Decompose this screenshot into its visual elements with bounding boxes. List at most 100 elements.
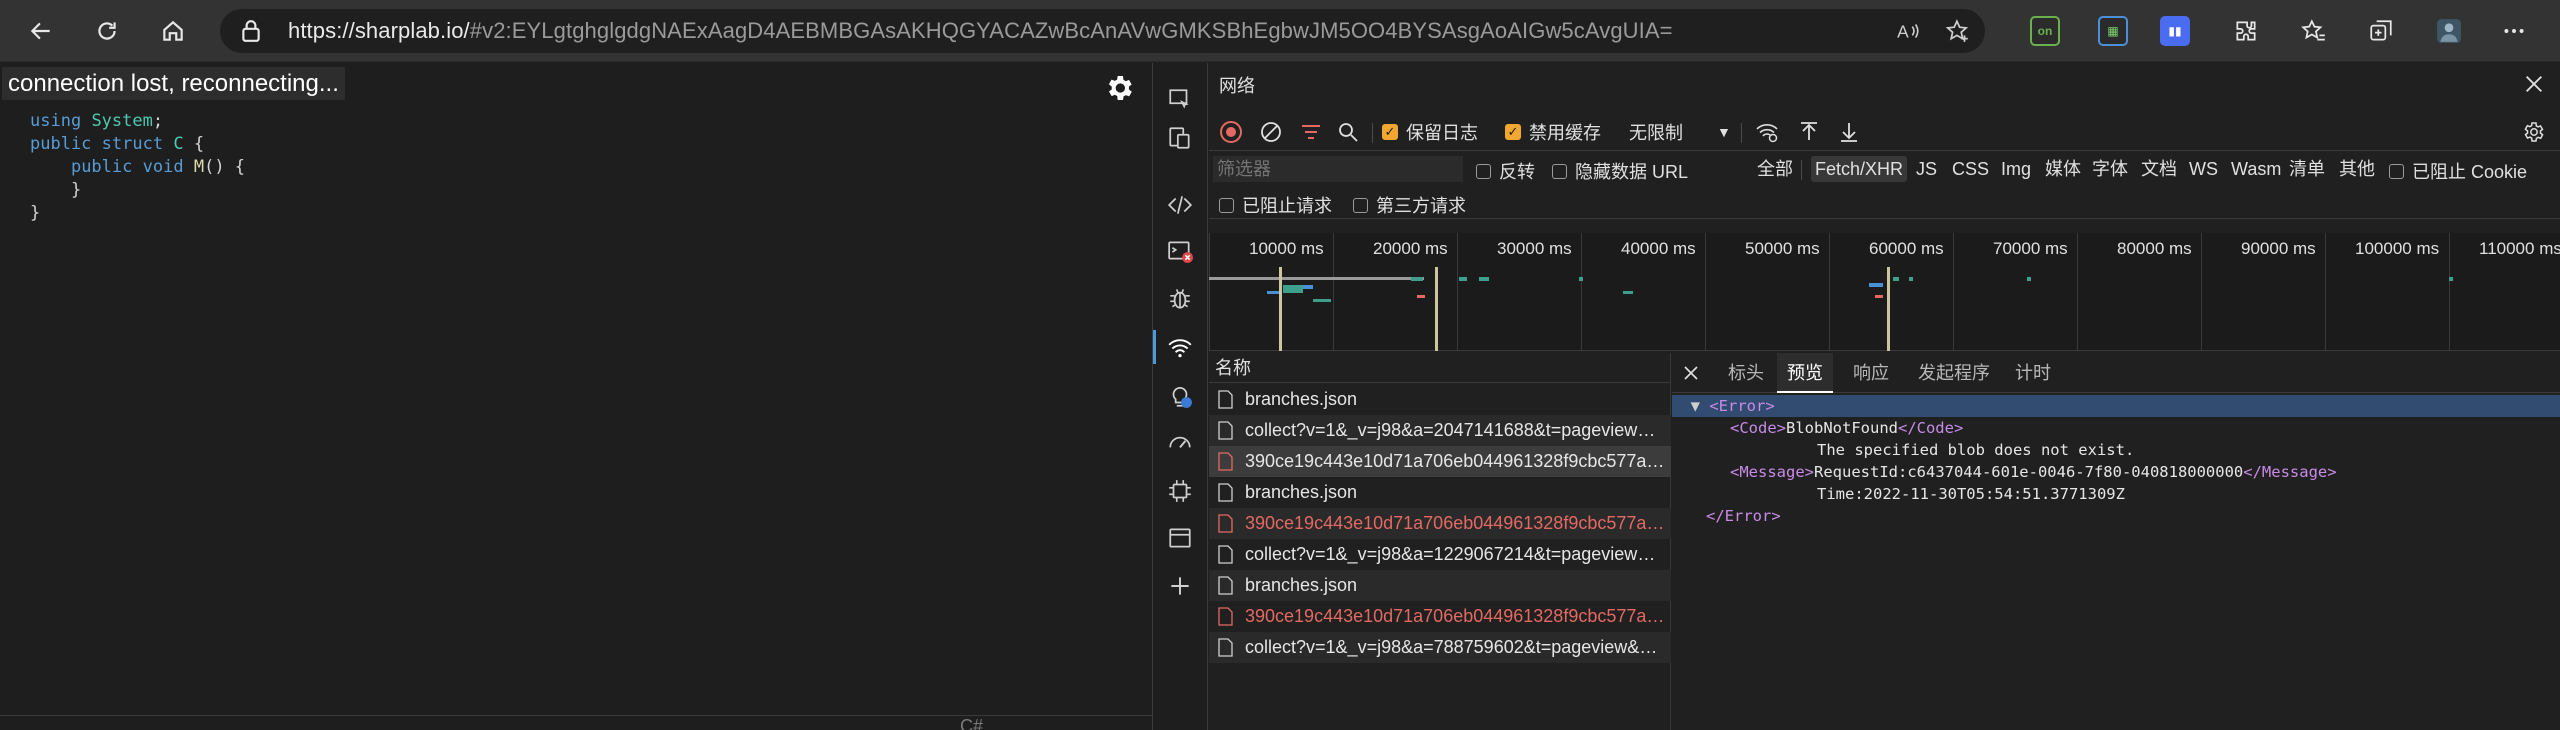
type-filter-css[interactable]: CSS — [1952, 156, 1989, 182]
type-filter-ws[interactable]: WS — [2189, 156, 2218, 182]
extensions-button[interactable] — [2227, 12, 2265, 50]
type-filter-font[interactable]: 字体 — [2092, 156, 2128, 182]
performance-insights-button[interactable] — [1165, 381, 1195, 411]
checkbox-checked[interactable] — [1505, 124, 1521, 140]
elements-tool-button[interactable] — [1165, 190, 1195, 220]
blocked-requests-checkbox[interactable]: 已阻止请求 — [1219, 192, 1332, 218]
network-tool-button[interactable] — [1165, 333, 1195, 363]
language-select[interactable]: C# — [960, 715, 1125, 730]
request-row[interactable]: collect?v=1&_v=j98&a=788759602&t=pagevie… — [1209, 632, 1671, 663]
tab-response[interactable]: 响应 — [1843, 353, 1899, 393]
memory-tool-button[interactable] — [1165, 476, 1195, 506]
extension-on-icon[interactable]: on — [2030, 16, 2060, 46]
type-filter-all[interactable]: 全部 — [1757, 156, 1793, 182]
profile-button[interactable] — [2430, 12, 2468, 50]
preserve-log-checkbox[interactable]: 保留日志 — [1382, 120, 1478, 144]
type-name: C — [173, 134, 184, 154]
throttling-value: 无限制 — [1629, 123, 1683, 143]
request-row[interactable]: collect?v=1&_v=j98&a=2047141688&t=pagevi… — [1209, 415, 1671, 446]
checkbox[interactable] — [1476, 163, 1491, 179]
device-emulation-button[interactable] — [1165, 123, 1195, 153]
code-content[interactable]: using System; public struct C { public v… — [30, 110, 245, 225]
timeline-marker-line — [1279, 267, 1282, 351]
sources-tool-button[interactable] — [1165, 283, 1195, 313]
third-party-label: 第三方请求 — [1376, 196, 1466, 216]
disable-cache-checkbox[interactable]: 禁用缓存 — [1505, 120, 1601, 144]
checkbox[interactable] — [2389, 163, 2404, 179]
upload-icon[interactable] — [1797, 120, 1821, 144]
type-filter-wasm[interactable]: Wasm — [2231, 156, 2281, 182]
filter-icon[interactable] — [1299, 120, 1323, 144]
checkbox[interactable] — [1219, 197, 1234, 213]
type-filter-img[interactable]: Img — [2001, 156, 2031, 182]
close-icon[interactable] — [1682, 364, 1700, 382]
type-filter-media[interactable]: 媒体 — [2045, 156, 2081, 182]
connection-status-banner: connection lost, reconnecting... — [2, 67, 345, 100]
console-tool-button[interactable] — [1165, 236, 1195, 266]
inspect-element-button[interactable] — [1165, 85, 1195, 115]
add-favorite-icon[interactable] — [1945, 18, 1971, 44]
request-row[interactable]: branches.json — [1209, 477, 1671, 508]
favorites-button[interactable] — [2295, 12, 2333, 50]
search-icon[interactable] — [1336, 120, 1360, 144]
gear-icon[interactable] — [1103, 72, 1135, 104]
request-row-selected[interactable]: 390ce19c443e10d71a706eb044961328f9cbc577… — [1209, 446, 1671, 477]
close-icon[interactable] — [2523, 73, 2545, 95]
clear-icon[interactable] — [1259, 120, 1283, 144]
settings-gear-icon[interactable] — [2519, 120, 2547, 144]
request-row-error[interactable]: 390ce19c443e10d71a706eb044961328f9cbc577… — [1209, 508, 1671, 539]
type-filter-js[interactable]: JS — [1916, 156, 1937, 182]
type-filter-other[interactable]: 其他 — [2339, 156, 2375, 182]
request-row[interactable]: collect?v=1&_v=j98&a=1229067214&t=pagevi… — [1209, 539, 1671, 570]
tab-preview[interactable]: 预览 — [1777, 353, 1833, 393]
download-icon[interactable] — [1837, 120, 1861, 144]
network-overview-timeline[interactable]: 10000 ms 20000 ms 30000 ms 40000 ms 5000… — [1209, 233, 2560, 351]
keyword: public — [30, 134, 92, 154]
extension-puzzle-icon[interactable]: ▦ — [2098, 16, 2128, 46]
performance-tool-button[interactable] — [1165, 428, 1195, 458]
timeline-mark — [1303, 285, 1313, 289]
timeline-mark — [1479, 277, 1489, 281]
type-filter-fetch-xhr[interactable]: Fetch/XHR — [1811, 156, 1908, 182]
refresh-button[interactable] — [88, 12, 126, 50]
extension-chart-icon[interactable]: ▮▮ — [2160, 16, 2190, 46]
request-row[interactable]: branches.json — [1209, 384, 1671, 415]
back-button[interactable] — [22, 12, 60, 50]
request-name: branches.json — [1245, 482, 1358, 502]
read-aloud-icon[interactable]: A — [1895, 18, 1921, 44]
filter-input[interactable] — [1213, 156, 1463, 182]
address-bar[interactable]: https://sharplab.io/#v2:EYLgtghglgdgNAEx… — [220, 9, 1985, 53]
invert-checkbox[interactable]: 反转 — [1476, 158, 1535, 184]
timeline-tick: 20000 ms — [1373, 239, 1448, 258]
more-menu-button[interactable] — [2495, 12, 2533, 50]
more-tools-button[interactable] — [1165, 571, 1195, 601]
timeline-mark — [1267, 291, 1279, 294]
record-stop-icon[interactable] — [1219, 120, 1243, 144]
type-filter-doc[interactable]: 文档 — [2141, 156, 2177, 182]
name-column-header[interactable]: 名称 — [1209, 353, 1671, 383]
request-row[interactable]: branches.json — [1209, 570, 1671, 601]
checkbox[interactable] — [1552, 163, 1567, 179]
type-filter-manifest[interactable]: 清单 — [2289, 156, 2325, 182]
blocked-cookies-checkbox[interactable]: 已阻止 Cookie — [2389, 158, 2527, 184]
throttling-select[interactable]: 无限制 ▼ — [1629, 120, 1731, 144]
tab-timing[interactable]: 计时 — [2005, 353, 2061, 393]
checkbox[interactable] — [1353, 197, 1368, 213]
tab-headers[interactable]: 标头 — [1718, 353, 1774, 393]
keyword: using — [30, 111, 82, 131]
hide-data-urls-checkbox[interactable]: 隐藏数据 URL — [1552, 158, 1688, 184]
chip-icon — [1169, 480, 1191, 502]
checkbox-checked[interactable] — [1382, 124, 1398, 140]
arrow-left-icon — [30, 22, 50, 40]
expand-triangle-icon[interactable]: ▼ — [1672, 397, 1709, 415]
xml-root-open[interactable]: ▼ <Error> — [1672, 395, 2560, 417]
punctuation: ; — [152, 111, 164, 131]
collections-button[interactable] — [2362, 12, 2400, 50]
network-conditions-icon[interactable] — [1754, 120, 1780, 144]
third-party-checkbox[interactable]: 第三方请求 — [1353, 192, 1466, 218]
application-tool-button[interactable] — [1165, 523, 1195, 553]
code-editor[interactable]: connection lost, reconnecting... using S… — [0, 63, 1152, 730]
home-button[interactable] — [154, 12, 192, 50]
request-row-error[interactable]: 390ce19c443e10d71a706eb044961328f9cbc577… — [1209, 601, 1671, 632]
tab-initiator[interactable]: 发起程序 — [1908, 353, 2000, 393]
